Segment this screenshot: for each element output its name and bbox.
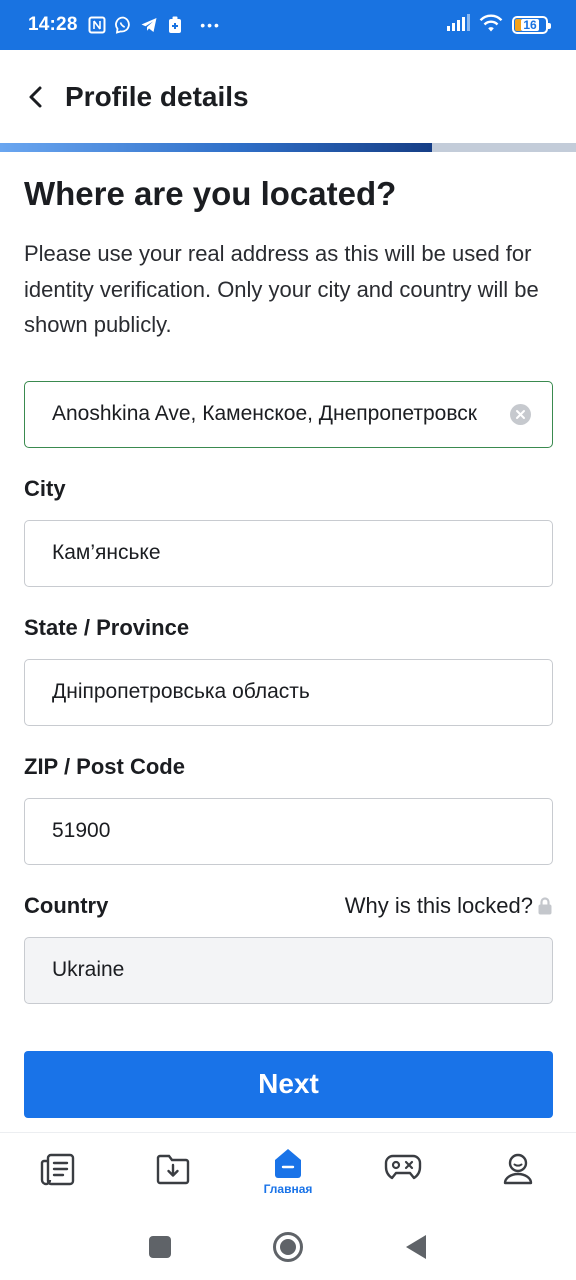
nav-label-home: Главная: [263, 1182, 313, 1196]
nav-item-games[interactable]: [346, 1133, 461, 1183]
download-folder-icon: [156, 1154, 189, 1185]
gamepad-icon: [385, 1154, 422, 1180]
recents-button[interactable]: [148, 1235, 172, 1259]
more-dots-icon: •••: [200, 17, 221, 33]
city-input[interactable]: Кам’янське: [24, 519, 553, 587]
lock-icon: [537, 896, 553, 916]
city-value: Кам’янське: [52, 541, 161, 564]
profile-icon: [504, 1153, 533, 1185]
zip-label: ZIP / Post Code: [24, 753, 185, 779]
country-label-row: Country Why is this locked?: [24, 892, 553, 920]
progress-fill: [0, 143, 432, 152]
viber-icon: [114, 16, 132, 34]
form-description: Please use your real address as this wil…: [24, 241, 539, 337]
country-input: Ukraine: [24, 936, 553, 1004]
telegram-icon: [140, 16, 158, 34]
triangle-back-icon: [406, 1235, 426, 1259]
state-label-row: State / Province: [24, 614, 553, 642]
form-heading: Where are you located?: [24, 175, 397, 212]
home-system-button[interactable]: [272, 1231, 304, 1263]
nav-item-home[interactable]: Главная: [230, 1133, 345, 1196]
bottom-nav: Главная: [0, 1132, 576, 1214]
circle-icon: [273, 1232, 303, 1262]
system-nav: [0, 1214, 576, 1280]
notification-icons: •••: [88, 16, 220, 34]
why-locked-link[interactable]: Why is this locked?: [345, 893, 553, 919]
status-time: 14:28: [28, 14, 78, 35]
next-button[interactable]: Next: [24, 1050, 553, 1118]
wifi-icon: [478, 13, 504, 38]
nav-item-profile[interactable]: [461, 1133, 576, 1185]
status-bar: 14:28 ••• 16: [0, 0, 576, 50]
country-label: Country: [24, 892, 109, 918]
country-value: Ukraine: [52, 958, 125, 981]
nfc-icon: [88, 16, 106, 34]
city-label: City: [24, 475, 66, 501]
battery-saver-icon: [166, 16, 184, 34]
zip-input[interactable]: 51900: [24, 797, 553, 865]
address-input[interactable]: Anoshkina Ave, Каменское, Днепропетровск: [24, 380, 553, 448]
state-label: State / Province: [24, 614, 190, 640]
app-header: Profile details: [0, 50, 576, 143]
battery-level: 16: [521, 18, 539, 32]
zip-value: 51900: [52, 819, 111, 842]
nav-item-news[interactable]: [0, 1133, 115, 1187]
signal-icon: [446, 13, 470, 37]
clear-icon[interactable]: [510, 403, 531, 425]
back-button[interactable]: [22, 83, 50, 111]
zip-label-row: ZIP / Post Code: [24, 753, 553, 781]
nav-item-downloads[interactable]: [115, 1133, 230, 1185]
address-value: Anoshkina Ave, Каменское, Днепропетровск: [52, 402, 477, 425]
location-form: Where are you located? Please use your r…: [24, 152, 553, 1118]
why-locked-text: Why is this locked?: [344, 892, 533, 918]
city-label-row: City: [24, 475, 553, 503]
back-system-button[interactable]: [404, 1234, 428, 1260]
page-title: Profile details: [65, 80, 249, 112]
square-icon: [149, 1236, 171, 1258]
system-status-icons: 16: [446, 13, 551, 38]
home-icon: [275, 1149, 301, 1178]
state-value: Дніпропетровська область: [52, 680, 310, 703]
progress-bar: [0, 143, 576, 152]
news-icon: [40, 1153, 74, 1186]
state-input[interactable]: Дніпропетровська область: [24, 658, 553, 726]
chevron-left-icon: [29, 86, 42, 107]
battery-icon: 16: [512, 16, 551, 34]
